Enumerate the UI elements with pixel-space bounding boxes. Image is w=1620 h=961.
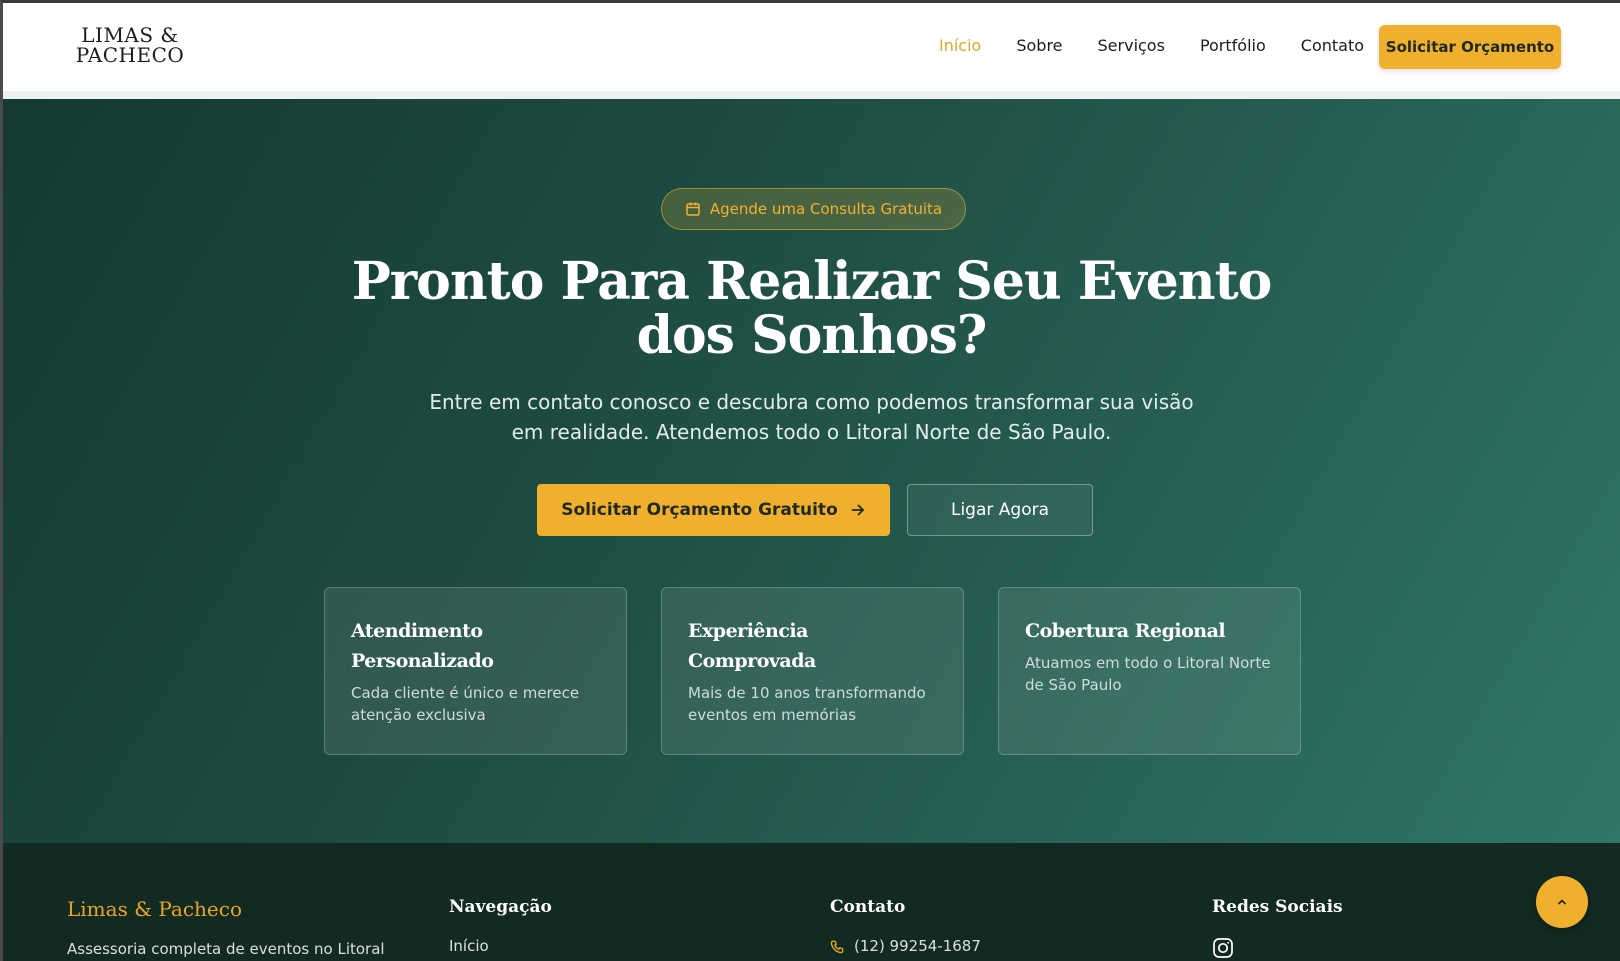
- feature-card-text: Atuamos em todo o Litoral Norte de São P…: [1025, 654, 1271, 694]
- instagram-link[interactable]: [1212, 937, 1234, 961]
- call-now-button[interactable]: Ligar Agora: [907, 484, 1093, 536]
- badge-label: Agende uma Consulta Gratuita: [709, 200, 943, 218]
- feature-card-personalized: Atendimento Personalizado Cada cliente é…: [324, 587, 627, 755]
- calendar-icon: [686, 202, 700, 216]
- nav-link-sobre[interactable]: Sobre: [1016, 36, 1062, 55]
- footer-social-heading: Redes Sociais: [1212, 897, 1343, 917]
- footer-phone[interactable]: (12) 99254-1687: [830, 937, 981, 955]
- feature-card-title: Atendimento Personalizado: [351, 620, 494, 672]
- footer-contact-heading: Contato: [830, 897, 906, 917]
- header-divider: [3, 91, 1620, 99]
- hero-subtitle: Entre em contato conosco e descubra como…: [429, 390, 1194, 444]
- arrow-right-icon: [851, 504, 864, 516]
- cta-hero-section: Agende uma Consulta Gratuita Pronto Para…: [3, 99, 1620, 843]
- scroll-to-top-button[interactable]: [1536, 876, 1588, 928]
- feature-card-coverage: Cobertura Regional Atuamos em todo o Lit…: [998, 587, 1301, 755]
- site-header: LIMAS & PACHECO Início Sobre Serviços Po…: [3, 3, 1620, 99]
- feature-card-text: Cada cliente é único e merece atenção ex…: [351, 684, 580, 724]
- consultation-badge[interactable]: Agende uma Consulta Gratuita: [661, 188, 966, 230]
- request-free-quote-button[interactable]: Solicitar Orçamento Gratuito: [537, 484, 890, 536]
- feature-card-experience: Experiência Comprovada Mais de 10 anos t…: [661, 587, 964, 755]
- feature-card-text: Mais de 10 anos transformando eventos em…: [688, 684, 926, 724]
- footer-nav-heading: Navegação: [449, 897, 552, 917]
- footer-brand: Limas & Pacheco: [67, 897, 242, 921]
- instagram-icon: [1213, 938, 1233, 958]
- chevron-up-icon: [1558, 899, 1566, 905]
- primary-button-label: Solicitar Orçamento Gratuito: [561, 500, 838, 520]
- footer-link-inicio[interactable]: Início: [449, 937, 489, 955]
- nav-link-inicio[interactable]: Início: [939, 36, 981, 55]
- main-nav: Início Sobre Serviços Portfólio Contato: [939, 36, 1399, 55]
- hero-title: Pronto Para Realizar Seu Evento dos Sonh…: [351, 251, 1273, 366]
- feature-card-title: Experiência Comprovada: [688, 620, 816, 672]
- feature-card-title: Cobertura Regional: [1025, 620, 1226, 642]
- phone-icon: [830, 940, 844, 953]
- footer-description: Assessoria completa de eventos no Litora…: [67, 940, 385, 958]
- browser-viewport: LIMAS & PACHECO Início Sobre Serviços Po…: [0, 0, 1620, 961]
- site-footer: Limas & Pacheco Assessoria completa de e…: [3, 843, 1620, 961]
- nav-link-portfolio[interactable]: Portfólio: [1200, 36, 1266, 55]
- nav-link-servicos[interactable]: Serviços: [1098, 36, 1165, 55]
- logo-line-1: LIMAS &: [81, 23, 179, 47]
- site-logo[interactable]: LIMAS & PACHECO: [75, 25, 185, 65]
- phone-number: (12) 99254-1687: [854, 937, 981, 955]
- request-quote-button[interactable]: Solicitar Orçamento: [1379, 25, 1561, 69]
- nav-link-contato[interactable]: Contato: [1301, 36, 1364, 55]
- logo-line-2: PACHECO: [75, 43, 185, 67]
